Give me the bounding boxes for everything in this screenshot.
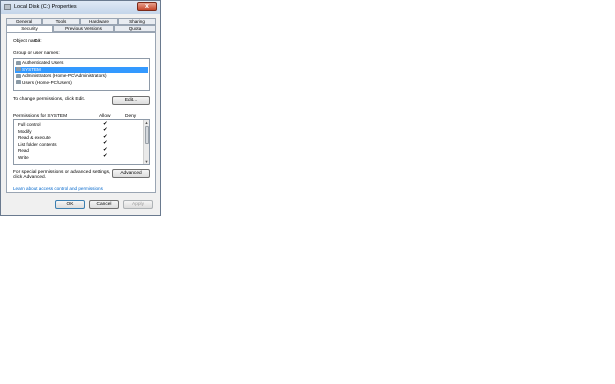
permission-row: Write — [18, 155, 29, 162]
edit-button[interactable]: Edit... — [112, 96, 150, 105]
users-icon — [16, 80, 21, 84]
scroll-up-icon[interactable]: ▲ — [144, 120, 149, 125]
cancel-button[interactable]: Cancel — [89, 200, 119, 209]
permission-name: Read — [18, 148, 29, 153]
tab-quota[interactable]: Quota — [114, 25, 156, 32]
close-icon: x — [145, 3, 149, 10]
scroll-thumb[interactable] — [144, 126, 149, 144]
allow-checkmark: ✔ — [103, 127, 108, 133]
permission-name: Modify — [18, 128, 32, 134]
allow-checkmark: ✔ — [103, 140, 108, 146]
group-list[interactable]: Authenticated Users SYSTEM Administrator… — [13, 58, 150, 91]
group-item[interactable]: Administrators (Home-PC\Administrators) — [15, 73, 148, 79]
properties-dialog: Local Disk (C:) Properties x General Too… — [0, 0, 161, 216]
group-item[interactable]: Users (Home-PC\Users) — [15, 80, 148, 86]
permission-name: Read & execute — [18, 135, 51, 140]
group-name: Authenticated Users — [22, 60, 64, 65]
learn-access-control-link[interactable]: Learn about access control and permissio… — [13, 186, 103, 191]
advanced-button[interactable]: Advanced — [112, 169, 150, 178]
users-icon — [16, 73, 21, 78]
tab-general[interactable]: General — [6, 18, 42, 25]
ok-button[interactable]: OK — [55, 200, 85, 209]
allow-checkmark: ✔ — [103, 133, 108, 140]
tab-previous-versions[interactable]: Previous Versions — [53, 25, 114, 32]
allow-checkmark: ✔ — [103, 153, 108, 159]
group-item[interactable]: Authenticated Users — [15, 60, 148, 66]
permissions-list[interactable]: Full control Modify Read & execute List … — [13, 119, 150, 165]
change-permissions-text: To change permissions, click Edit. — [13, 97, 85, 102]
close-button[interactable]: x — [137, 2, 157, 11]
allow-checkmark: ✔ — [103, 146, 108, 153]
tab-tools[interactable]: Tools — [42, 18, 80, 25]
groups-label: Group or user names: — [13, 51, 60, 56]
users-icon — [16, 60, 21, 65]
permission-name: Full control — [18, 122, 41, 127]
scroll-down-icon[interactable]: ▼ — [144, 159, 149, 164]
object-name-value: C:\ — [34, 39, 41, 44]
users-icon — [16, 67, 21, 71]
group-item-selected[interactable]: SYSTEM — [15, 66, 148, 73]
tab-sharing[interactable]: Sharing — [118, 18, 156, 25]
title-bar[interactable]: Local Disk (C:) Properties x — [1, 1, 160, 14]
special-permissions-text-2: click Advanced. — [13, 175, 47, 180]
permission-name: Write — [18, 154, 29, 160]
security-panel: Object name: C:\ Group or user names: Au… — [6, 32, 156, 193]
apply-button[interactable]: Apply — [123, 200, 153, 209]
group-name: SYSTEM — [22, 66, 41, 72]
drive-icon — [4, 4, 11, 10]
permission-name: List folder contents — [18, 141, 57, 147]
permissions-scrollbar[interactable]: ▲ ▼ — [143, 120, 149, 164]
tab-hardware[interactable]: Hardware — [80, 18, 118, 25]
group-name: Administrators (Home-PC\Administrators) — [22, 73, 107, 78]
group-name: Users (Home-PC\Users) — [22, 79, 72, 85]
window-title: Local Disk (C:) Properties — [14, 4, 77, 10]
allow-checkmark: ✔ — [103, 120, 108, 127]
